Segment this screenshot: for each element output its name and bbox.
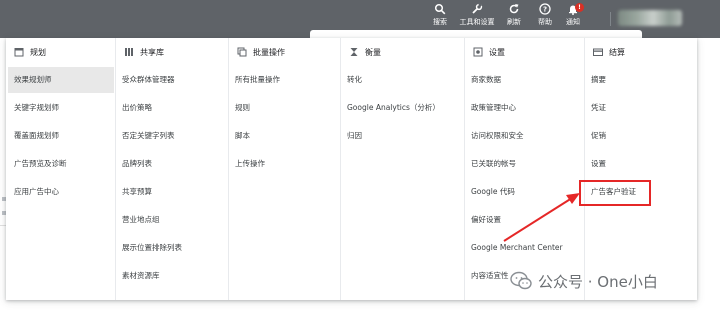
search-icon bbox=[420, 3, 460, 17]
search-button[interactable]: 搜索 bbox=[420, 3, 460, 27]
menu-item-uploads[interactable]: 上传操作 bbox=[229, 151, 265, 177]
refresh-label: 刷新 bbox=[507, 18, 521, 26]
menu-column-shared-library: 共享库 受众群体管理器 出价策略 否定关键字列表 品牌列表 共享预算 营业地点组… bbox=[116, 38, 229, 300]
menu-item-rules[interactable]: 规则 bbox=[229, 95, 250, 121]
column-heading-label: 批量操作 bbox=[253, 47, 285, 57]
column-heading: 批量操作 bbox=[237, 45, 285, 59]
calendar-icon bbox=[14, 47, 24, 57]
menu-item-documents[interactable]: 凭证 bbox=[585, 95, 606, 121]
annotation-highlight-box bbox=[579, 180, 651, 206]
column-heading-label: 共享库 bbox=[140, 47, 164, 57]
bell-icon bbox=[553, 3, 593, 17]
hourglass-icon bbox=[349, 47, 359, 57]
menu-column-measurement: 衡量 转化 Google Analytics（分析） 归因 bbox=[341, 38, 465, 300]
column-heading-label: 衡量 bbox=[365, 47, 381, 57]
watermark-text: 公众号 · One小白 bbox=[538, 272, 658, 291]
column-heading-label: 结算 bbox=[609, 47, 625, 57]
column-heading: 规划 bbox=[14, 45, 46, 59]
menu-item-summary[interactable]: 摘要 bbox=[585, 67, 606, 93]
account-divider bbox=[610, 12, 611, 26]
search-label: 搜索 bbox=[433, 18, 447, 26]
account-info-blurred[interactable] bbox=[618, 10, 682, 26]
menu-item-policy-manager[interactable]: 政策管理中心 bbox=[465, 95, 516, 121]
menu-item-attribution[interactable]: 归因 bbox=[341, 123, 362, 149]
watermark: 公众号 · One小白 bbox=[510, 268, 658, 294]
tab-strip bbox=[310, 30, 642, 38]
column-heading: 结算 bbox=[593, 45, 625, 59]
column-heading: 衡量 bbox=[349, 45, 381, 59]
menu-item-scripts[interactable]: 脚本 bbox=[229, 123, 250, 149]
menu-item-performance-planner[interactable]: 效果规划师 bbox=[8, 67, 114, 93]
column-heading: 设置 bbox=[473, 45, 505, 59]
tools-menu-panel: 规划 效果规划师 关键字规划师 覆盖面规划师 广告预览及诊断 应用广告中心 共享… bbox=[6, 38, 697, 300]
menu-item-business-data[interactable]: 商家数据 bbox=[465, 67, 501, 93]
menu-item-google-analytics[interactable]: Google Analytics（分析） bbox=[341, 95, 440, 121]
column-heading-label: 规划 bbox=[30, 47, 46, 57]
menu-item-brand-lists[interactable]: 品牌列表 bbox=[116, 151, 152, 177]
menu-item-access-and-security[interactable]: 访问权限和安全 bbox=[465, 123, 524, 149]
menu-item-app-advertising-hub[interactable]: 应用广告中心 bbox=[8, 179, 116, 205]
copy-icon bbox=[237, 47, 247, 57]
wechat-icon bbox=[510, 271, 532, 291]
top-bar: 搜索 工具和设置 刷新 ? 帮助 ! 通知 bbox=[0, 0, 720, 38]
menu-item-ad-preview[interactable]: 广告预览及诊断 bbox=[8, 151, 116, 177]
menu-column-planning: 规划 效果规划师 关键字规划师 覆盖面规划师 广告预览及诊断 应用广告中心 bbox=[6, 38, 116, 300]
annotation-arrow bbox=[503, 193, 580, 242]
menu-item-linked-accounts[interactable]: 已关联的帐号 bbox=[465, 151, 516, 177]
library-icon bbox=[124, 47, 134, 57]
menu-item-shared-budgets[interactable]: 共享预算 bbox=[116, 179, 152, 205]
menu-item-all-bulk-actions[interactable]: 所有批量操作 bbox=[229, 67, 280, 93]
menu-item-content-suitability[interactable]: 内容适宜性 bbox=[465, 263, 509, 289]
menu-item-audience-manager[interactable]: 受众群体管理器 bbox=[116, 67, 175, 93]
menu-item-reach-planner[interactable]: 覆盖面规划师 bbox=[8, 123, 116, 149]
svg-text:?: ? bbox=[543, 6, 547, 14]
notification-badge: ! bbox=[575, 3, 584, 12]
notifications-label: 通知 bbox=[566, 18, 580, 26]
menu-item-conversions[interactable]: 转化 bbox=[341, 67, 362, 93]
card-icon bbox=[593, 47, 603, 57]
settings-icon bbox=[473, 47, 483, 57]
tools-settings-button[interactable]: 工具和设置 bbox=[457, 3, 497, 27]
help-label: 帮助 bbox=[538, 18, 552, 26]
tools-icon bbox=[457, 3, 497, 17]
column-heading-label: 设置 bbox=[489, 47, 505, 57]
menu-column-billing: 结算 摘要 凭证 促销 设置 广告客户验证 bbox=[585, 38, 697, 300]
menu-item-negative-keyword-lists[interactable]: 否定关键字列表 bbox=[116, 123, 175, 149]
menu-item-keyword-planner[interactable]: 关键字规划师 bbox=[8, 95, 116, 121]
menu-item-promotions[interactable]: 促销 bbox=[585, 123, 606, 149]
menu-item-location-groups[interactable]: 营业地点组 bbox=[116, 207, 160, 233]
menu-item-billing-settings[interactable]: 设置 bbox=[585, 151, 606, 177]
menu-column-setup: 设置 商家数据 政策管理中心 访问权限和安全 已关联的帐号 Google 代码 … bbox=[465, 38, 585, 300]
menu-item-placement-exclusion-lists[interactable]: 展示位置排除列表 bbox=[116, 235, 182, 261]
column-heading: 共享库 bbox=[124, 45, 164, 59]
tools-settings-label: 工具和设置 bbox=[459, 18, 495, 26]
menu-item-bid-strategies[interactable]: 出价策略 bbox=[116, 95, 152, 121]
menu-item-preferences[interactable]: 偏好设置 bbox=[465, 207, 501, 233]
menu-item-asset-library[interactable]: 素材资源库 bbox=[116, 263, 160, 289]
menu-column-bulk-actions: 批量操作 所有批量操作 规则 脚本 上传操作 bbox=[229, 38, 341, 300]
notifications-button[interactable]: ! 通知 bbox=[553, 3, 593, 27]
